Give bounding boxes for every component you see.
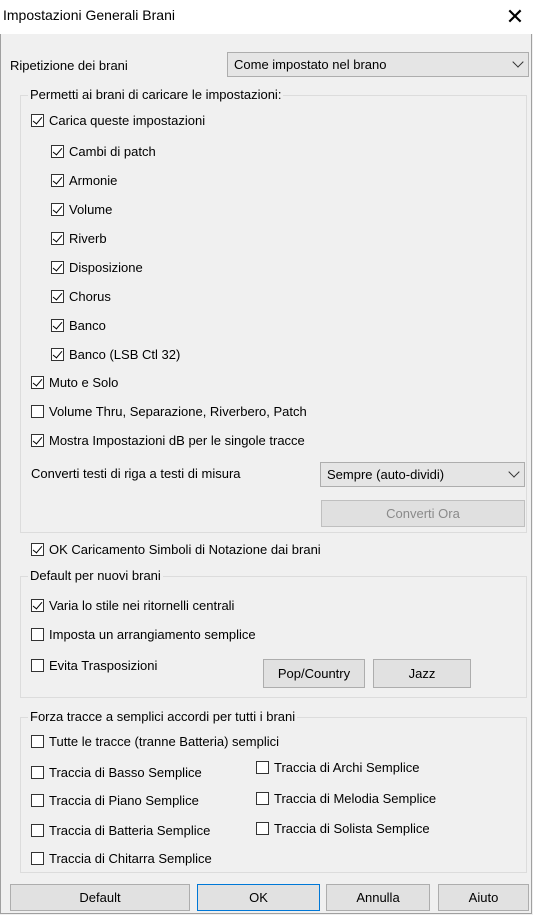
repeat-dropdown[interactable]: Come impostato nel brano bbox=[227, 52, 529, 77]
convert-now-button[interactable]: Converti Ora bbox=[321, 500, 525, 527]
repeat-dropdown-value: Come impostato nel brano bbox=[234, 57, 387, 72]
checkbox-label: Tutte le tracce (tranne Batteria) sempli… bbox=[49, 734, 279, 749]
convert-lyrics-value: Sempre (auto-dividi) bbox=[327, 467, 445, 482]
checkbox-label: Armonie bbox=[69, 173, 118, 188]
convert-lyrics-dropdown[interactable]: Sempre (auto-dividi) bbox=[320, 462, 525, 487]
patch-changes-checkbox[interactable]: Cambi di patch bbox=[51, 144, 156, 159]
checkbox-label: Traccia di Basso Semplice bbox=[49, 765, 202, 780]
repeat-label: Ripetizione dei brani bbox=[10, 58, 128, 73]
checkbox-box bbox=[256, 792, 269, 805]
checkbox-label: Mostra Impostazioni dB per le singole tr… bbox=[49, 433, 305, 448]
checkbox-label: Disposizione bbox=[69, 260, 143, 275]
chevron-down-icon bbox=[512, 56, 524, 68]
simple-arrangement-checkbox[interactable]: Imposta un arrangiamento semplice bbox=[31, 627, 256, 642]
reverb-checkbox[interactable]: Riverb bbox=[51, 231, 107, 246]
checkbox-box bbox=[51, 290, 64, 303]
checkbox-box bbox=[51, 145, 64, 158]
checkbox-box bbox=[31, 628, 44, 641]
checkbox-label: Traccia di Piano Semplice bbox=[49, 793, 199, 808]
help-button[interactable]: Aiuto bbox=[438, 884, 529, 911]
pan-checkbox[interactable]: Disposizione bbox=[51, 260, 143, 275]
chevron-down-icon bbox=[508, 466, 520, 478]
pop-country-button[interactable]: Pop/Country bbox=[263, 659, 365, 688]
checkbox-box bbox=[31, 543, 44, 556]
vary-style-checkbox[interactable]: Varia lo stile nei ritornelli centrali bbox=[31, 598, 234, 613]
checkbox-box bbox=[51, 319, 64, 332]
checkbox-label: Banco bbox=[69, 318, 106, 333]
checkbox-label: Muto e Solo bbox=[49, 375, 119, 390]
checkbox-box bbox=[31, 405, 44, 418]
checkbox-box bbox=[31, 766, 44, 779]
checkbox-label: Banco (LSB Ctl 32) bbox=[69, 347, 181, 362]
checkbox-box bbox=[51, 203, 64, 216]
checkbox-label: Traccia di Solista Semplice bbox=[274, 821, 430, 836]
cancel-button[interactable]: Annulla bbox=[326, 884, 430, 911]
avoid-transpose-checkbox[interactable]: Evita Trasposizioni bbox=[31, 658, 157, 673]
default-button[interactable]: Default bbox=[10, 884, 190, 911]
bass-simple-checkbox[interactable]: Traccia di Basso Semplice bbox=[31, 765, 202, 780]
checkbox-label: Traccia di Archi Semplice bbox=[274, 760, 420, 775]
jazz-button[interactable]: Jazz bbox=[373, 659, 471, 688]
drums-simple-checkbox[interactable]: Traccia di Batteria Semplice bbox=[31, 823, 210, 838]
checkbox-box bbox=[51, 348, 64, 361]
checkbox-label: Cambi di patch bbox=[69, 144, 156, 159]
checkbox-label: Traccia di Batteria Semplice bbox=[49, 823, 211, 838]
all-tracks-simple-checkbox[interactable]: Tutte le tracce (tranne Batteria) sempli… bbox=[31, 734, 279, 749]
notation-checkbox[interactable]: OK Caricamento Simboli di Notazione dai … bbox=[31, 542, 321, 557]
show-db-checkbox[interactable]: Mostra Impostazioni dB per le singole tr… bbox=[31, 433, 305, 448]
load-settings-group-title: Permetti ai brani di caricare le imposta… bbox=[28, 87, 284, 102]
harmonies-checkbox[interactable]: Armonie bbox=[51, 173, 117, 188]
checkbox-label: Riverb bbox=[69, 231, 107, 246]
checkbox-box bbox=[31, 376, 44, 389]
checkbox-box bbox=[31, 824, 44, 837]
checkbox-label: OK Caricamento Simboli di Notazione dai … bbox=[49, 542, 321, 557]
chorus-checkbox[interactable]: Chorus bbox=[51, 289, 111, 304]
ok-button[interactable]: OK bbox=[197, 884, 320, 911]
checkbox-box bbox=[31, 794, 44, 807]
dialog-title: Impostazioni Generali Brani bbox=[3, 7, 175, 23]
checkbox-label: Volume Thru, Separazione, Riverbero, Pat… bbox=[49, 404, 307, 419]
checkbox-label: Varia lo stile nei ritornelli centrali bbox=[49, 598, 235, 613]
checkbox-label: Traccia di Chitarra Semplice bbox=[49, 851, 212, 866]
checkbox-box bbox=[31, 735, 44, 748]
checkbox-box bbox=[31, 659, 44, 672]
close-icon[interactable]: ✕ bbox=[500, 3, 530, 31]
checkbox-label: Traccia di Melodia Semplice bbox=[274, 791, 437, 806]
checkbox-label: Volume bbox=[69, 202, 113, 217]
bank-checkbox[interactable]: Banco bbox=[51, 318, 106, 333]
checkbox-box bbox=[31, 852, 44, 865]
load-settings-checkbox[interactable]: Carica queste impostazioni bbox=[31, 113, 205, 128]
convert-lyrics-label: Converti testi di riga a testi di misura bbox=[31, 466, 241, 481]
force-simple-group-title: Forza tracce a semplici accordi per tutt… bbox=[28, 709, 298, 724]
checkbox-box bbox=[31, 434, 44, 447]
checkbox-label: Carica queste impostazioni bbox=[49, 113, 206, 128]
bank-lsb-checkbox[interactable]: Banco (LSB Ctl 32) bbox=[51, 347, 180, 362]
checkbox-box bbox=[51, 261, 64, 274]
checkbox-box bbox=[256, 822, 269, 835]
checkbox-box bbox=[51, 232, 64, 245]
checkbox-box bbox=[31, 114, 44, 127]
piano-simple-checkbox[interactable]: Traccia di Piano Semplice bbox=[31, 793, 199, 808]
mute-solo-checkbox[interactable]: Muto e Solo bbox=[31, 375, 118, 390]
melody-simple-checkbox[interactable]: Traccia di Melodia Semplice bbox=[256, 791, 436, 806]
soloist-simple-checkbox[interactable]: Traccia di Solista Semplice bbox=[256, 821, 430, 836]
strings-simple-checkbox[interactable]: Traccia di Archi Semplice bbox=[256, 760, 419, 775]
checkbox-box bbox=[51, 174, 64, 187]
checkbox-label: Imposta un arrangiamento semplice bbox=[49, 627, 256, 642]
checkbox-label: Chorus bbox=[69, 289, 111, 304]
guitar-simple-checkbox[interactable]: Traccia di Chitarra Semplice bbox=[31, 851, 212, 866]
volume-thru-checkbox[interactable]: Volume Thru, Separazione, Riverbero, Pat… bbox=[31, 404, 307, 419]
volume-checkbox[interactable]: Volume bbox=[51, 202, 112, 217]
checkbox-label: Evita Trasposizioni bbox=[49, 658, 158, 673]
checkbox-box bbox=[256, 761, 269, 774]
checkbox-box bbox=[31, 599, 44, 612]
new-songs-group-title: Default per nuovi brani bbox=[28, 568, 163, 583]
